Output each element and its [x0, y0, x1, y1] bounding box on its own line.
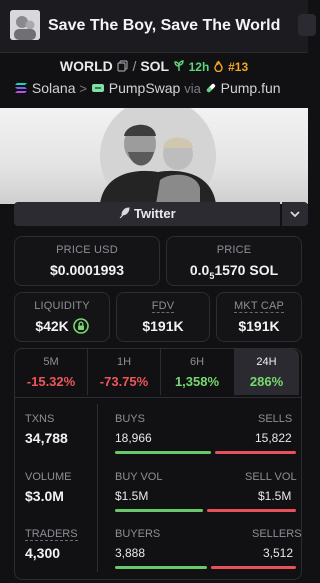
side-panel-button[interactable]	[298, 14, 316, 36]
liquidity-card: LIQUIDITY $42K	[14, 292, 110, 342]
solana-icon	[14, 81, 28, 97]
tab-6h[interactable]: 6H 1,358%	[161, 349, 233, 395]
fdv-card: FDV $191K	[116, 292, 210, 342]
sellers-label: SELLERS	[252, 528, 302, 540]
traders-value: 4,300	[25, 545, 61, 561]
traders-label: TRADERS	[25, 528, 78, 541]
buyers-label: BUYERS	[115, 528, 161, 540]
sellers-value: 3,512	[263, 546, 294, 560]
tab-6h-label: 6H	[189, 356, 205, 368]
price-sol-suffix: 1570 SOL	[214, 262, 279, 278]
chain-breadcrumb: Solana > PumpSwap via Pump.fun	[14, 80, 281, 97]
flame-icon	[213, 59, 224, 75]
sell-vol-value: $1.5M	[258, 489, 292, 503]
pair-separator: /	[132, 58, 137, 74]
volume-label: VOLUME	[25, 471, 72, 483]
tab-5m-label: 5M	[43, 356, 59, 368]
price-sol-value: 0.051570 SOL	[167, 262, 301, 281]
tab-24h-label: 24H	[256, 356, 277, 368]
tab-5m-change: -15.32%	[26, 374, 76, 389]
txns-label: TXNS	[25, 413, 55, 425]
pair-line: WORLD / SOL 12h #13	[0, 58, 308, 75]
tab-1h[interactable]: 1H -73.75%	[88, 349, 160, 395]
price-usd-label: PRICE USD	[56, 244, 118, 256]
dex-link[interactable]: PumpSwap	[109, 80, 181, 96]
feather-icon	[118, 203, 130, 227]
price-sol-prefix: 0.0	[189, 262, 210, 278]
buys-value: 18,966	[115, 431, 152, 445]
tab-1h-change: -73.75%	[99, 374, 149, 389]
token-banner-image	[0, 108, 308, 204]
mktcap-label: MKT CAP	[233, 300, 285, 313]
twitter-button[interactable]: Twitter	[14, 202, 280, 226]
base-symbol: WORLD	[59, 58, 113, 74]
price-sol-card: PRICE 0.051570 SOL	[166, 236, 302, 286]
token-title: Save The Boy, Save The World	[48, 17, 281, 34]
sell-vol-ratio-bar	[207, 509, 296, 512]
lock-icon[interactable]	[72, 318, 89, 337]
mktcap-card: MKT CAP $191K	[216, 292, 302, 342]
via-label: via	[184, 81, 201, 96]
buy-vol-value: $1.5M	[115, 489, 149, 503]
fdv-value: $191K	[142, 318, 184, 334]
token-avatar	[10, 10, 40, 40]
pair-age: 12h	[188, 60, 210, 74]
tab-24h[interactable]: 24H 286%	[234, 349, 299, 395]
breadcrumb-arrow: >	[79, 81, 87, 96]
buyers-value: 3,888	[115, 546, 146, 560]
volume-value: $3.0M	[25, 488, 64, 504]
liquidity-value-row: $42K	[15, 318, 109, 337]
price-sol-label: PRICE	[216, 244, 252, 256]
tab-6h-change: 1,358%	[174, 374, 220, 389]
price-usd-card: PRICE USD $0.0001993	[14, 236, 160, 286]
tab-24h-change: 286%	[249, 374, 284, 389]
copy-icon[interactable]	[117, 59, 129, 75]
buys-ratio-bar	[115, 451, 211, 454]
trending-rank: #13	[228, 60, 249, 74]
sells-value: 15,822	[255, 431, 292, 445]
chevron-down-icon	[290, 211, 300, 218]
sprout-icon	[173, 59, 185, 75]
buys-label: BUYS	[115, 413, 145, 425]
buyers-ratio-bar	[115, 566, 207, 569]
sells-ratio-bar	[215, 451, 296, 454]
txns-value: 34,788	[25, 430, 68, 446]
buy-vol-ratio-bar	[115, 509, 203, 512]
sellers-ratio-bar	[211, 566, 296, 569]
sells-label: SELLS	[258, 413, 293, 425]
pumpfun-icon	[205, 81, 217, 97]
sell-vol-label: SELL VOL	[245, 471, 297, 483]
buy-vol-label: BUY VOL	[115, 471, 163, 483]
stats-divider	[97, 404, 98, 572]
liquidity-label: LIQUIDITY	[34, 300, 90, 312]
mktcap-value: $191K	[238, 318, 280, 334]
quote-symbol: SOL	[140, 58, 169, 74]
tab-5m[interactable]: 5M -15.32%	[15, 349, 87, 395]
fdv-label: FDV	[151, 300, 175, 313]
tab-1h-label: 1H	[116, 356, 132, 368]
token-header: Save The Boy, Save The World	[0, 0, 316, 53]
liquidity-value: $42K	[35, 318, 69, 335]
socials-dropdown-button[interactable]	[282, 202, 308, 226]
pumpswap-icon	[91, 81, 105, 97]
network-link[interactable]: Solana	[32, 80, 76, 96]
twitter-label: Twitter	[133, 206, 176, 221]
launchpad-link[interactable]: Pump.fun	[221, 80, 281, 96]
price-usd-value: $0.0001993	[50, 262, 124, 278]
